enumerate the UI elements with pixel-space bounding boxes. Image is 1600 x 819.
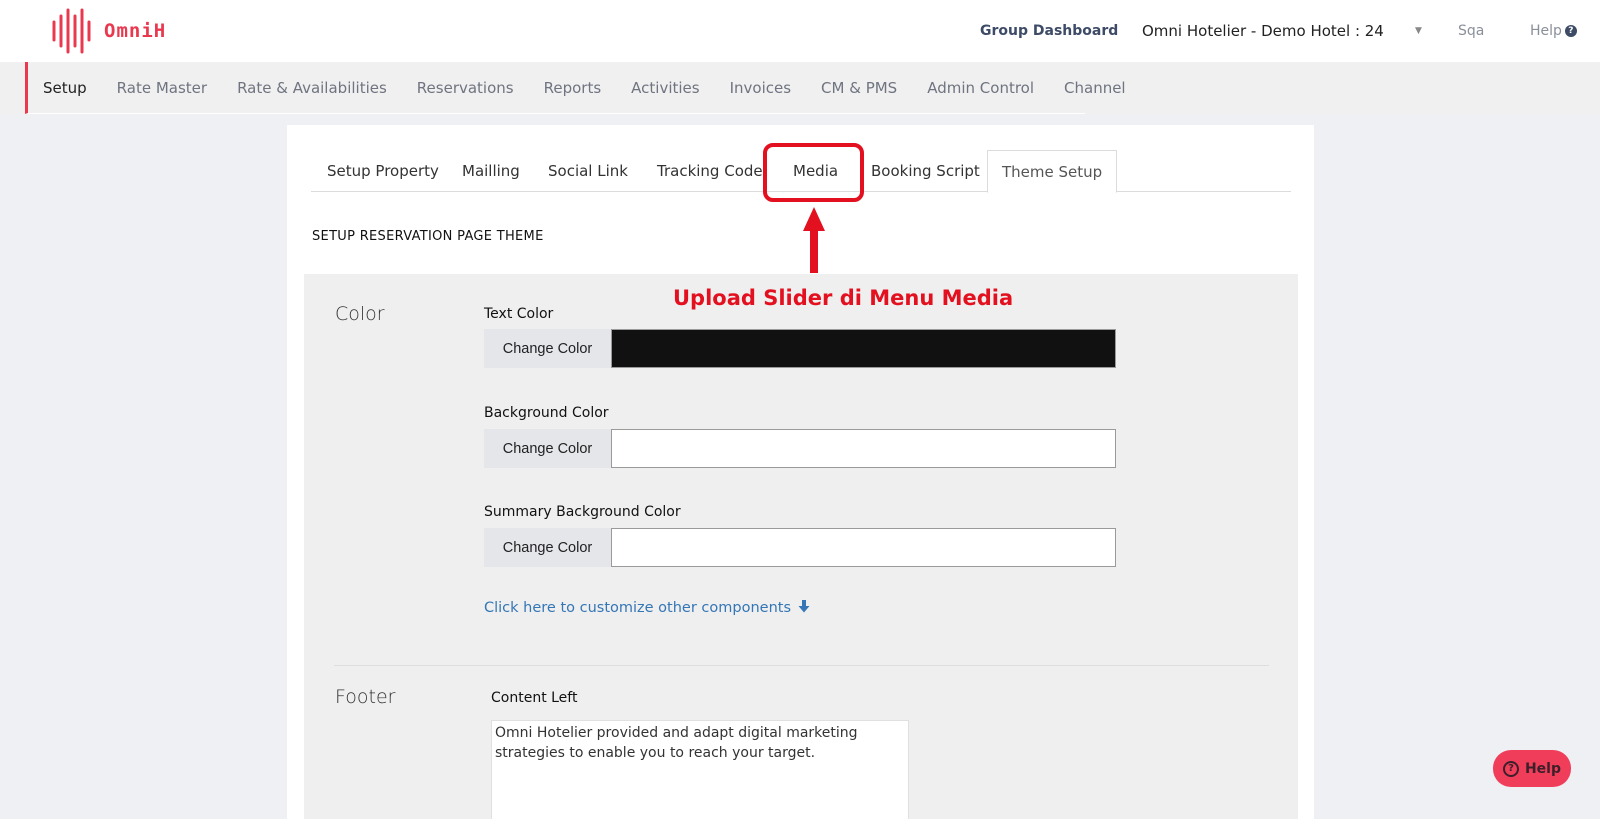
nav-item-invoices[interactable]: Invoices: [730, 79, 791, 97]
summary-background-color-swatch[interactable]: [611, 528, 1116, 567]
footer-group-label: Footer: [335, 686, 396, 708]
customize-link-text: Click here to customize other components: [484, 600, 791, 616]
floating-help-label: Help: [1524, 760, 1562, 777]
background-color-change-button[interactable]: Change Color: [484, 429, 611, 468]
content-left-textarea[interactable]: Omni Hotelier provided and adapt digital…: [491, 720, 909, 819]
user-menu[interactable]: Sqa: [1458, 0, 1484, 62]
nav-item-cm-pms[interactable]: CM & PMS: [821, 79, 897, 97]
annotation-arrow-up-icon: [803, 207, 825, 273]
nav-item-rate-availabilities[interactable]: Rate & Availabilities: [237, 79, 387, 97]
nav-item-rate-master[interactable]: Rate Master: [117, 79, 207, 97]
logo-text: OmniH: [104, 20, 167, 42]
customize-components-link[interactable]: Click here to customize other components: [484, 600, 810, 616]
content-left-label: Content Left: [491, 690, 578, 706]
summary-background-color-label: Summary Background Color: [484, 504, 681, 520]
hotel-selector[interactable]: Omni Hotelier - Demo Hotel : 24: [1142, 0, 1384, 62]
section-divider: [334, 665, 1269, 666]
theme-panel: Color Text Color Change Color Background…: [304, 274, 1298, 819]
annotation-text: Upload Slider di Menu Media: [673, 286, 1014, 310]
nav-item-reports[interactable]: Reports: [544, 79, 602, 97]
logo-bars-icon: [52, 8, 91, 54]
nav-item-admin-control[interactable]: Admin Control: [927, 79, 1034, 97]
chevron-down-icon[interactable]: ▼: [1415, 0, 1422, 62]
tab-mailling[interactable]: Mailling: [462, 150, 520, 192]
top-header: OmniH Group Dashboard Omni Hotelier - De…: [0, 0, 1600, 62]
tab-theme-setup[interactable]: Theme Setup: [987, 150, 1118, 193]
color-group-label: Color: [335, 303, 385, 325]
group-dashboard-link[interactable]: Group Dashboard: [980, 0, 1118, 62]
nav-item-activities[interactable]: Activities: [631, 79, 699, 97]
question-circle-icon: ?: [1502, 760, 1519, 777]
question-circle-icon: ?: [1564, 25, 1577, 37]
summary-background-color-row: Change Color: [484, 528, 1116, 567]
floating-help-button[interactable]: ? Help: [1493, 750, 1571, 787]
text-color-swatch[interactable]: [611, 329, 1116, 368]
section-title: SETUP RESERVATION PAGE THEME: [312, 229, 544, 244]
content-card: Setup Property Mailling Social Link Trac…: [287, 125, 1314, 819]
tab-tracking-code[interactable]: Tracking Code: [657, 150, 763, 192]
nav-item-reservations[interactable]: Reservations: [417, 79, 514, 97]
summary-background-color-change-button[interactable]: Change Color: [484, 528, 611, 567]
text-color-row: Change Color: [484, 329, 1116, 368]
text-color-label: Text Color: [484, 306, 554, 322]
text-color-change-button[interactable]: Change Color: [484, 329, 611, 368]
annotation-highlight-box: [763, 143, 864, 202]
main-nav: Setup Rate Master Rate & Availabilities …: [0, 62, 1600, 114]
logo[interactable]: OmniH: [50, 8, 166, 54]
main-nav-bar: Setup Rate Master Rate & Availabilities …: [25, 62, 1126, 114]
help-label: Help: [1530, 23, 1562, 39]
background-color-swatch[interactable]: [611, 429, 1116, 468]
background-color-row: Change Color: [484, 429, 1116, 468]
help-link[interactable]: Help ?: [1530, 0, 1577, 62]
nav-item-channel[interactable]: Channel: [1064, 79, 1126, 97]
tab-social-link[interactable]: Social Link: [548, 150, 628, 192]
tab-setup-property[interactable]: Setup Property: [327, 150, 439, 192]
arrow-down-icon: [798, 600, 810, 613]
tab-booking-script[interactable]: Booking Script: [871, 150, 980, 192]
nav-item-setup[interactable]: Setup: [43, 79, 87, 97]
background-color-label: Background Color: [484, 405, 609, 421]
